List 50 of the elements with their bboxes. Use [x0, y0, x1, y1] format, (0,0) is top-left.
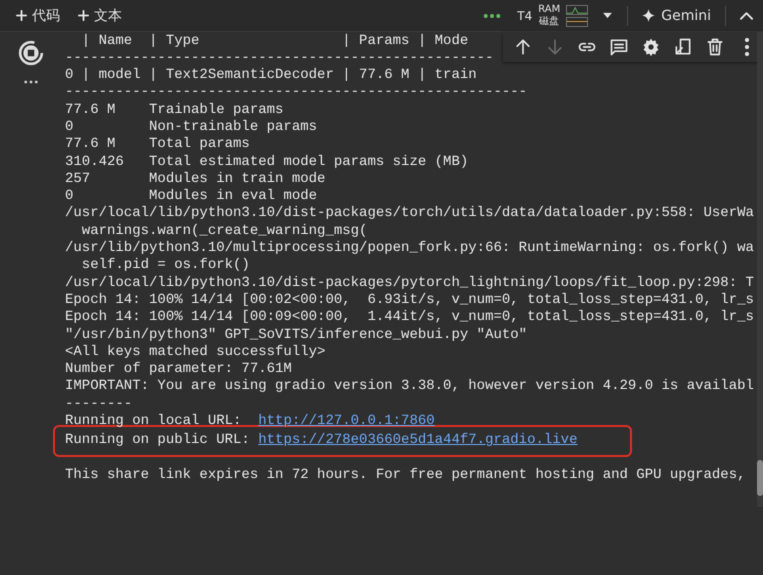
plus-icon	[78, 10, 89, 21]
output-line: <All keys matched successfully>	[65, 344, 326, 362]
comment-icon	[609, 37, 629, 57]
output-line: Running on public URL:	[65, 432, 251, 448]
output-line: 257 Modules in train mode	[65, 170, 326, 188]
stop-icon	[18, 40, 44, 66]
sparkle-icon	[642, 9, 656, 22]
disk-label: 磁盘	[538, 16, 560, 28]
output-line: Number of parameter: 77.61M	[65, 361, 292, 378]
output-line: 77.6 M Total params	[65, 136, 250, 154]
trash-icon	[705, 37, 725, 57]
gemini-button[interactable]: Gemini	[632, 4, 721, 28]
output-line: ---------------------------------------------------	[65, 50, 494, 68]
insert-button[interactable]: 文本	[72, 2, 128, 28]
caret-down-icon	[602, 12, 614, 19]
output-line: Epoch 14: 100% 14/14 [00:09<00:00, 1.44it/s, v_num=0, total_loss_step=431.0, lr_s	[65, 309, 754, 327]
run-button[interactable]	[18, 40, 44, 66]
output-line: /usr/local/lib/python3.10/dist-packages/torch/utils/data/dataloader.py:558: UserWa	[65, 205, 754, 223]
output-line: | Name | Type | Params | Mode	[80, 32, 468, 50]
output-line: self.pid = os.fork()	[80, 257, 250, 275]
output-line: warnings.warn(_create_warning_msg(	[80, 222, 368, 240]
output-line: 0 | model | Text2SemanticDecoder | 77.6 M | train	[65, 67, 477, 84]
plus-icon	[16, 10, 27, 21]
output-line: "/usr/bin/python3" GPT_SoVITS/inference_webui.py "Auto"	[65, 326, 528, 344]
output-line: This share link expires in 72 hours. For free permanent hosting and GPU upgrades,	[65, 466, 746, 484]
output-line: Epoch 14: 100% 14/14 [00:02<00:00, 6.93it/s, v_num=0, total_loss_step=431.0, lr_s	[65, 292, 754, 310]
ram-graph-icon	[566, 4, 588, 14]
output-line: 77.6 M Trainable params	[65, 102, 284, 119]
status-dots-icon	[483, 12, 502, 18]
output-line: /usr/local/lib/python3.10/dist-packages/pytorch_lightning/loops/fit_loop.py:298: T	[65, 274, 754, 292]
settings-icon	[641, 37, 661, 57]
output-line: 0 Modules in eval mode	[65, 188, 318, 206]
output-line: IMPORTANT: You are using gradio version 3.38.0, however version 4.29.0 is availabl	[65, 378, 754, 396]
output-line: 310.426 Total estimated model params size (MB)	[65, 154, 468, 171]
scrollbar[interactable]	[757, 32, 763, 507]
url-link[interactable]: http://127.0.0.1:7860	[258, 413, 435, 430]
ellipsis-icon[interactable]	[24, 80, 38, 84]
insert-button[interactable]: 代码	[10, 2, 66, 28]
gpu-label: T4	[517, 8, 532, 22]
ram-label: RAM	[538, 4, 560, 16]
disk-graph-icon	[566, 16, 588, 26]
url-link[interactable]: https://278e03660e5d1a44f7.gradio.live	[258, 432, 578, 448]
caret-up-icon	[740, 12, 753, 20]
window-arrow-icon	[673, 37, 693, 57]
output-line: 0 Non-trainable params	[65, 118, 318, 136]
more-vertical-icon	[745, 38, 749, 56]
output-line: --------	[65, 396, 132, 414]
output-line: /usr/lib/python3.10/multiprocessing/popen_fork.py:66: RuntimeWarning: os.fork() wa	[65, 240, 754, 258]
output-line: Running on local URL:	[65, 413, 242, 430]
output-line: -------------------------------------------------------	[65, 84, 528, 102]
